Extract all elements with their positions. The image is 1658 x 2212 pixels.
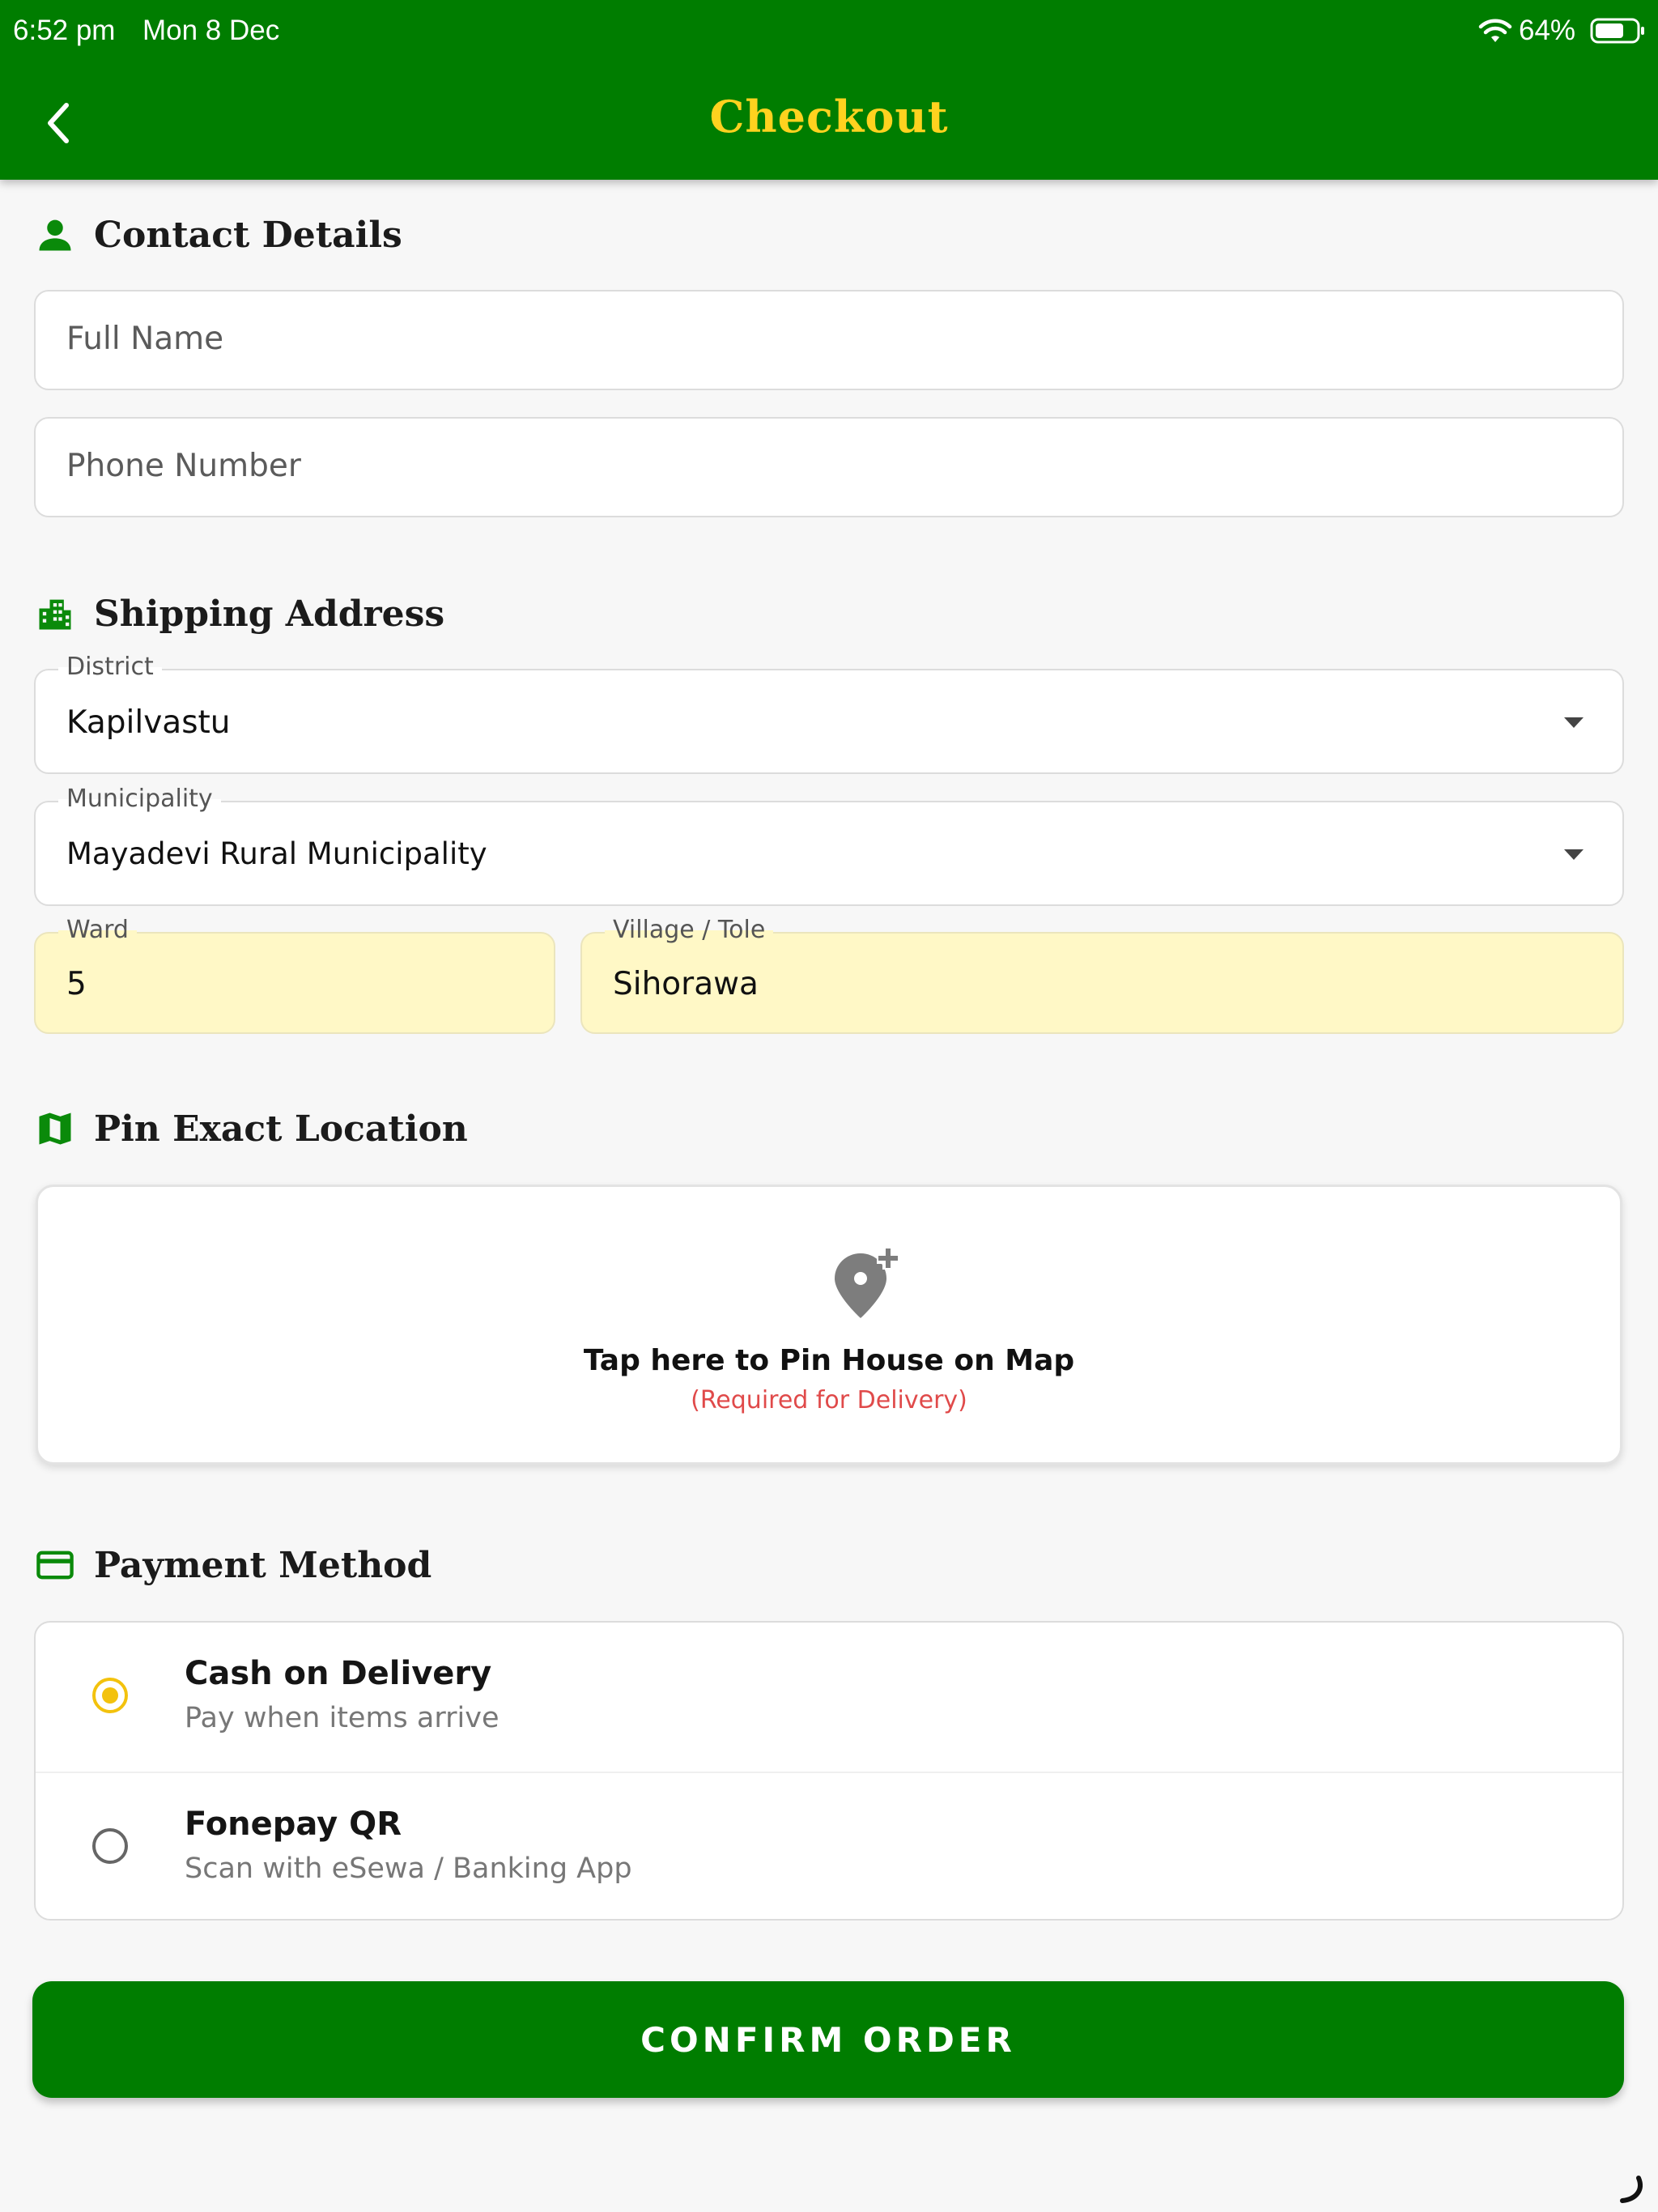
payment-subtitle: Pay when items arrive <box>185 1702 500 1734</box>
payment-title: Fonepay QR <box>185 1806 402 1843</box>
payment-options: Cash on Delivery Pay when items arrive F… <box>34 1621 1624 1921</box>
credit-card-icon <box>36 1551 74 1580</box>
municipality-label: Municipality <box>58 785 221 813</box>
battery-icon <box>1590 18 1644 44</box>
wifi-icon <box>1478 19 1512 42</box>
phone-number-placeholder: Phone Number <box>66 448 301 484</box>
app-bar: 6:52 pm Mon 8 Dec 64% Checkout <box>0 0 1658 180</box>
section-heading: Pin Exact Location <box>94 1108 468 1150</box>
section-heading: Shipping Address <box>94 593 445 635</box>
village-tole-field[interactable]: Village / Tole Sihorawa <box>580 916 1624 1034</box>
ward-field[interactable]: Ward 5 <box>34 916 555 1034</box>
section-contact-details: Contact Details <box>34 211 402 259</box>
payment-option-cash-on-delivery[interactable]: Cash on Delivery Pay when items arrive <box>36 1623 1622 1772</box>
village-tole-value: Sihorawa <box>613 966 759 1002</box>
municipality-dropdown[interactable]: Municipality Mayadevi Rural Municipality <box>34 785 1624 906</box>
section-heading: Payment Method <box>94 1544 432 1586</box>
municipality-value: Mayadevi Rural Municipality <box>66 836 487 871</box>
phone-number-field[interactable]: Phone Number <box>34 417 1624 517</box>
ward-value: 5 <box>66 966 87 1002</box>
map-icon <box>39 1112 71 1145</box>
battery-percentage: 64% <box>1519 15 1576 46</box>
dropdown-arrow-icon <box>1564 717 1584 728</box>
district-label: District <box>58 653 162 681</box>
payment-title: Cash on Delivery <box>185 1655 492 1692</box>
full-name-placeholder: Full Name <box>66 321 224 357</box>
section-heading: Contact Details <box>94 214 402 256</box>
payment-option-fonepay-qr[interactable]: Fonepay QR Scan with eSewa / Banking App <box>36 1772 1622 1919</box>
radio-unselected[interactable] <box>92 1828 128 1864</box>
radio-selected[interactable] <box>92 1678 128 1713</box>
district-value: Kapilvastu <box>66 704 231 741</box>
page-title: Checkout <box>709 91 949 143</box>
pin-on-map-button[interactable]: Tap here to Pin House on Map (Required f… <box>36 1185 1622 1465</box>
pin-prompt: Tap here to Pin House on Map <box>583 1344 1075 1377</box>
loading-spinner-icon <box>1620 2176 1643 2203</box>
ward-label: Ward <box>58 916 137 944</box>
section-pin-location: Pin Exact Location <box>34 1104 468 1153</box>
district-dropdown[interactable]: District Kapilvastu <box>34 653 1624 774</box>
add-location-icon <box>835 1247 899 1318</box>
city-icon <box>39 599 71 630</box>
status-date: Mon 8 Dec <box>142 15 280 46</box>
section-payment-method: Payment Method <box>34 1541 432 1589</box>
status-time: 6:52 pm <box>13 15 116 46</box>
payment-subtitle: Scan with eSewa / Banking App <box>185 1853 632 1885</box>
required-note: (Required for Delivery) <box>691 1386 967 1414</box>
dropdown-arrow-icon <box>1564 849 1584 860</box>
section-shipping-address: Shipping Address <box>34 589 444 638</box>
village-tole-label: Village / Tole <box>605 916 774 944</box>
person-icon <box>39 219 71 251</box>
confirm-order-button[interactable]: CONFIRM ORDER <box>32 1981 1624 2098</box>
full-name-field[interactable]: Full Name <box>34 290 1624 390</box>
